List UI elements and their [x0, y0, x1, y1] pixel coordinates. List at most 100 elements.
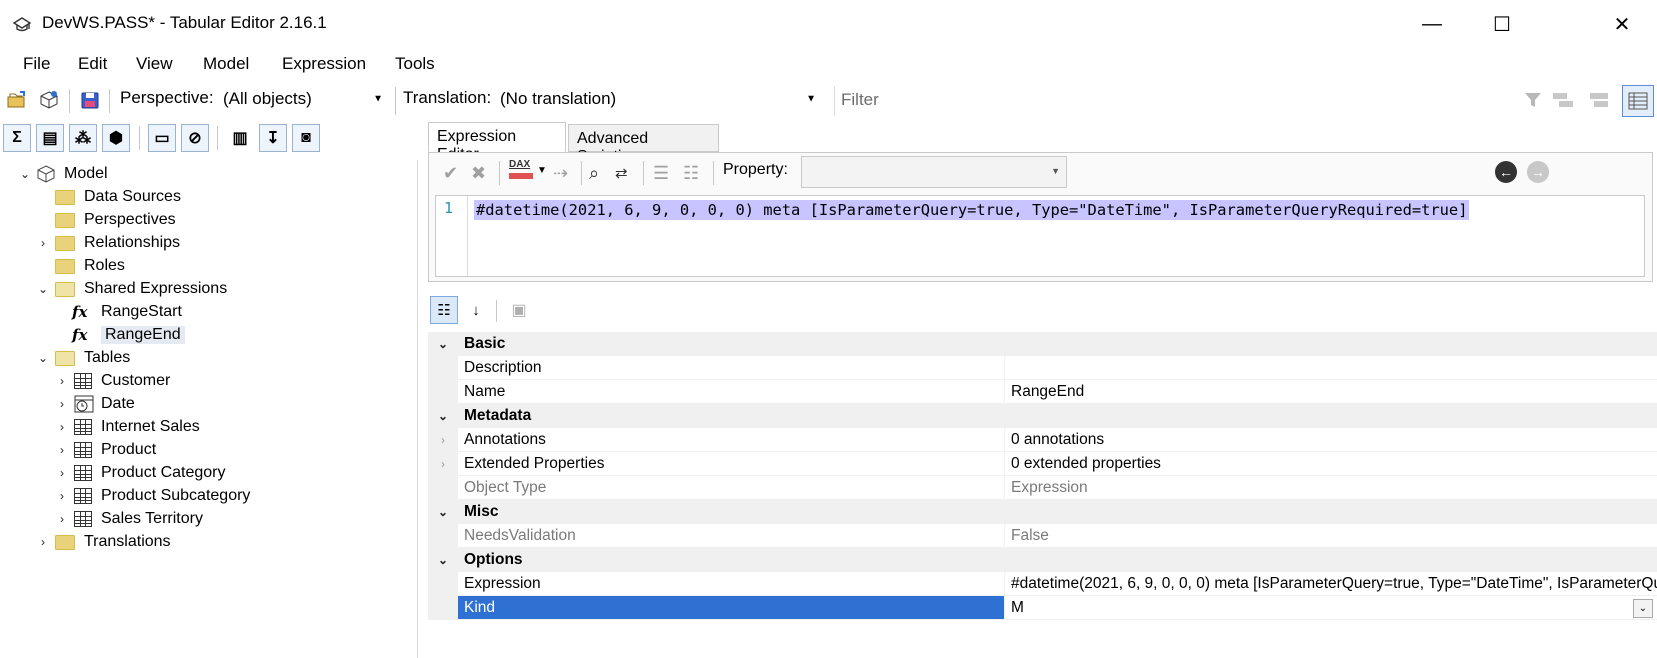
replace-icon[interactable]: ⇄ [615, 164, 628, 182]
tree-node-shared-expressions[interactable]: ⌄ Shared Expressions [36, 278, 227, 300]
search-icon[interactable]: ⌕ [589, 163, 599, 184]
dax-format-icon[interactable]: DAX [509, 159, 530, 170]
tab-expression-editor[interactable]: Expression Editor [428, 122, 566, 163]
tree-node-internet-sales[interactable]: › Internet Sales [55, 416, 200, 438]
row-gutter [428, 572, 458, 596]
sort-button[interactable]: ↧ [259, 124, 287, 152]
code-line[interactable]: #datetime(2021, 6, 9, 0, 0, 0) meta [IsP… [474, 200, 1470, 220]
category-basic[interactable]: ⌄ Basic [428, 332, 1657, 356]
category-metadata[interactable]: ⌄ Metadata [428, 404, 1657, 428]
indent-icon[interactable]: ⇢ [553, 163, 568, 184]
tree-node-sales-territory[interactable]: › Sales Territory [55, 508, 203, 530]
view-tree-icon[interactable] [1550, 87, 1576, 113]
chevron-right-icon: › [60, 489, 64, 503]
tree-node-roles[interactable]: Roles [55, 255, 125, 277]
tree-node-translations[interactable]: › Translations [36, 531, 171, 553]
property-row-name[interactable]: Name RangeEnd [428, 380, 1657, 404]
menu-edit[interactable]: Edit [78, 54, 107, 74]
property-value[interactable]: 0 annotations [1005, 428, 1657, 452]
tree-node-product-category[interactable]: › Product Category [55, 462, 226, 484]
filter-input[interactable]: Filter [834, 86, 1514, 116]
property-value[interactable]: RangeEnd [1005, 380, 1657, 404]
minimize-button[interactable]: — [1397, 0, 1467, 48]
show-display-folders-button[interactable]: ▭ [148, 124, 176, 152]
back-icon[interactable]: ← [1495, 161, 1517, 183]
tree-node-perspectives[interactable]: Perspectives [55, 209, 176, 231]
property-value: False [1005, 524, 1657, 548]
chevron-right-icon: › [60, 512, 64, 526]
perspective-select[interactable]: (All objects) ▼ [217, 84, 389, 114]
tree-label: Internet Sales [101, 418, 200, 435]
property-value[interactable]: 0 extended properties [1005, 452, 1657, 476]
function-icon: fx [72, 326, 88, 344]
menu-view[interactable]: View [136, 54, 173, 74]
app-icon [12, 14, 32, 34]
show-hierarchies-button[interactable]: ⁂ [69, 124, 97, 152]
tree-node-product-subcategory[interactable]: › Product Subcategory [55, 485, 250, 507]
tree-node-date[interactable]: › Date [55, 393, 135, 415]
property-row-object-type[interactable]: Object Type Expression [428, 476, 1657, 500]
show-hidden-button[interactable]: ⊘ [181, 124, 209, 152]
property-row-expression[interactable]: Expression #datetime(2021, 6, 9, 0, 0, 0)… [428, 572, 1657, 596]
separator [643, 161, 644, 185]
chevron-right-icon: › [60, 374, 64, 388]
property-row-kind[interactable]: Kind M ⌄ [428, 596, 1657, 620]
kind-dropdown-button[interactable]: ⌄ [1633, 599, 1653, 618]
filter-icon[interactable] [1520, 87, 1546, 113]
column-icon: ▤ [42, 130, 58, 147]
view-columns-icon[interactable] [1622, 85, 1654, 117]
tree-node-customer[interactable]: › Customer [55, 370, 170, 392]
tree-node-rangeend[interactable]: fx RangeEnd [72, 324, 185, 346]
chevron-right-icon[interactable]: › [428, 452, 458, 476]
tree-node-relationships[interactable]: › Relationships [36, 232, 180, 254]
menu-expression[interactable]: Expression [282, 54, 366, 74]
cancel-icon[interactable]: ✖ [471, 163, 486, 184]
property-select[interactable]: ▼ [801, 156, 1067, 188]
cube-icon: ⬢ [109, 130, 123, 147]
menu-file[interactable]: File [23, 54, 50, 74]
tree-node-rangestart[interactable]: fx RangeStart [72, 301, 182, 323]
tree-node-model[interactable]: ⌄ Model [18, 163, 108, 185]
row-gutter [428, 596, 458, 620]
chevron-right-icon[interactable]: › [428, 428, 458, 452]
view-flat-icon[interactable] [1587, 87, 1613, 113]
comment-icon[interactable]: ☰ [653, 163, 669, 184]
property-value: Expression [1005, 476, 1657, 500]
forward-icon[interactable]: → [1527, 161, 1549, 183]
property-row-extended-properties[interactable]: › Extended Properties 0 extended propertie… [428, 452, 1657, 476]
translation-select[interactable]: (No translation) ▼ [494, 84, 822, 114]
minimize-icon: — [1422, 12, 1442, 35]
property-pages-button[interactable]: ▣ [506, 298, 532, 322]
close-button[interactable]: ✕ [1587, 0, 1657, 48]
category-options[interactable]: ⌄ Options [428, 548, 1657, 572]
tree-node-product[interactable]: › Product [55, 439, 156, 461]
property-value[interactable]: #datetime(2021, 6, 9, 0, 0, 0) meta [IsP… [1005, 572, 1657, 596]
property-value[interactable]: M [1005, 596, 1657, 620]
uncomment-icon[interactable]: ☷ [683, 163, 699, 184]
maximize-button[interactable]: ☐ [1467, 0, 1537, 48]
open-icon[interactable] [4, 87, 30, 113]
save-icon[interactable] [77, 87, 103, 113]
tree-label: Product [101, 441, 157, 458]
columns-toggle-button[interactable]: ▥ [226, 124, 254, 152]
show-columns-button[interactable]: ▤ [36, 124, 64, 152]
property-row-annotations[interactable]: › Annotations 0 annotations [428, 428, 1657, 452]
code-editor[interactable]: 1 #datetime(2021, 6, 9, 0, 0, 0) meta [I… [435, 195, 1645, 277]
chevron-down-icon[interactable]: ▼ [537, 165, 547, 176]
show-metadata-button[interactable]: ◙ [292, 124, 320, 152]
alphabetical-button[interactable]: ↓ [462, 296, 490, 324]
menu-tools[interactable]: Tools [395, 54, 435, 74]
property-value[interactable] [1005, 356, 1657, 380]
accept-icon[interactable]: ✔ [443, 163, 458, 184]
property-row-needs-validation[interactable]: NeedsValidation False [428, 524, 1657, 548]
tree-node-tables[interactable]: ⌄ Tables [36, 347, 130, 369]
menu-model[interactable]: Model [203, 54, 249, 74]
show-partitions-button[interactable]: ⬢ [102, 124, 130, 152]
show-measures-button[interactable]: Σ [3, 124, 31, 152]
category-misc[interactable]: ⌄ Misc [428, 500, 1657, 524]
tab-advanced-scripting[interactable]: Advanced Scripting [568, 124, 719, 165]
categorized-button[interactable]: ☷ [430, 296, 458, 324]
deploy-icon[interactable] [36, 87, 62, 113]
property-row-description[interactable]: Description [428, 356, 1657, 380]
tree-node-data-sources[interactable]: Data Sources [55, 186, 181, 208]
